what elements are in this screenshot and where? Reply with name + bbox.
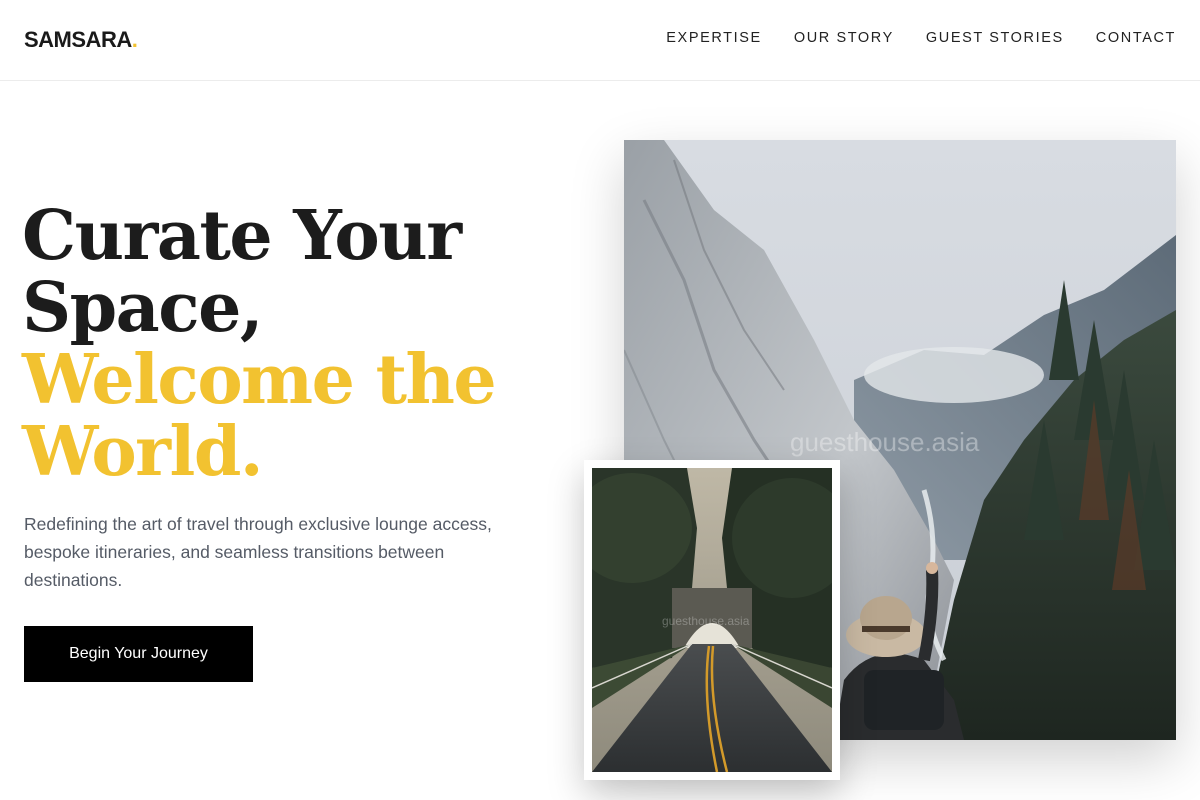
road-illustration [592,468,832,772]
hero-accent-line-1: Welcome the [22,340,497,420]
brand-dot: . [131,27,138,52]
road-photo-card: guesthouse.asia [584,460,840,780]
nav-link-guest-stories[interactable]: GUEST STORIES [926,30,1064,46]
hero-title-line-2: Space, [22,268,264,348]
hero-description: Redefining the art of travel through exc… [24,514,492,590]
brand-logo[interactable]: SAMSARA. [24,27,138,53]
brand-name: SAMSARA [24,27,132,52]
main-nav: EXPERTISE OUR STORY GUEST STORIES CONTAC… [666,30,1176,46]
nav-link-contact[interactable]: CONTACT [1096,30,1176,46]
nav-link-expertise[interactable]: EXPERTISE [666,30,762,46]
site-header: SAMSARA. EXPERTISE OUR STORY GUEST STORI… [0,0,1200,81]
hero-title: Curate Your Space, Welcome the World. [22,200,542,488]
hero-title-line-1: Curate Your [22,196,462,276]
begin-journey-button[interactable]: Begin Your Journey [24,626,253,682]
road-image: guesthouse.asia [592,468,832,772]
hero-accent-line-2: World. [22,412,264,492]
nav-link-our-story[interactable]: OUR STORY [794,30,894,46]
